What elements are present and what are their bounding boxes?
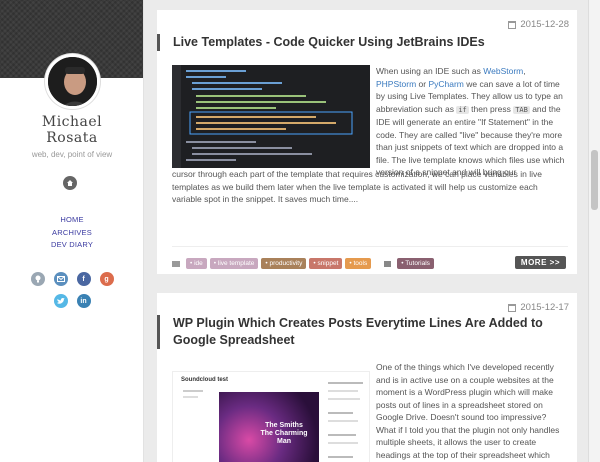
post-title-link[interactable]: WP Plugin Which Creates Posts Everytime … bbox=[157, 315, 557, 349]
divider bbox=[172, 246, 568, 247]
nav-archives-link[interactable]: ARCHIVES bbox=[0, 227, 144, 240]
post-date: 2015-12-17 bbox=[508, 302, 569, 313]
nav-home-link[interactable]: HOME bbox=[0, 214, 144, 227]
album-art: The Smiths The Charming Man bbox=[219, 392, 319, 462]
author-name: Michael Rosata bbox=[41, 114, 103, 146]
tag-ide[interactable]: • ide bbox=[186, 258, 207, 269]
webstorm-link[interactable]: WebStorm bbox=[483, 66, 523, 76]
post-excerpt-continued: cursor through each part of the template… bbox=[172, 169, 542, 204]
more-button[interactable]: MORE >> bbox=[514, 256, 566, 269]
post-excerpt: One of the things which I've developed r… bbox=[376, 362, 560, 460]
sidebar: Michael Rosata web, dev, point of view H… bbox=[0, 0, 144, 462]
code-chip: TAB bbox=[513, 105, 530, 114]
google-plus-icon[interactable]: g bbox=[99, 272, 114, 286]
tag-live-template[interactable]: • live template bbox=[209, 258, 259, 269]
post-thumbnail[interactable] bbox=[172, 65, 370, 168]
tag-tools[interactable]: • tools bbox=[345, 258, 372, 269]
tagline: web, dev, point of view bbox=[31, 150, 113, 159]
email-icon[interactable] bbox=[53, 272, 68, 286]
avatar bbox=[45, 54, 100, 109]
sidebar-nav: HOME ARCHIVES DEV DIARY bbox=[0, 214, 144, 252]
post-excerpt: When using an IDE such as WebStorm, PHPS… bbox=[376, 66, 565, 177]
facebook-icon[interactable]: f bbox=[76, 272, 91, 286]
nav-dev-diary-link[interactable]: DEV DIARY bbox=[0, 239, 144, 252]
pycharm-link[interactable]: PyCharm bbox=[428, 79, 463, 89]
twitter-icon[interactable] bbox=[53, 294, 68, 308]
post-title-link[interactable]: Live Templates - Code Quicker Using JetB… bbox=[157, 34, 557, 51]
post-thumbnail[interactable]: Soundcloud test The Smiths The Charming … bbox=[172, 371, 370, 462]
thumb-site-title: Soundcloud test bbox=[181, 377, 228, 383]
category-tutorials[interactable]: • Tutorials bbox=[397, 258, 434, 269]
scrollbar-thumb[interactable] bbox=[591, 150, 598, 210]
code-chip: if bbox=[456, 105, 469, 114]
tag-icon bbox=[172, 260, 180, 267]
home-icon[interactable] bbox=[63, 176, 77, 190]
tag-snippet[interactable]: • snippet bbox=[309, 258, 343, 269]
linkedin-icon[interactable]: in bbox=[76, 294, 91, 308]
lightbulb-icon[interactable] bbox=[30, 272, 45, 286]
post-list: 2015-12-28 Live Templates - Code Quicker… bbox=[157, 0, 577, 462]
folder-icon bbox=[384, 260, 392, 267]
post-card: 2015-12-17 WP Plugin Which Creates Posts… bbox=[157, 293, 577, 462]
post-card: 2015-12-28 Live Templates - Code Quicker… bbox=[157, 10, 577, 274]
calendar-icon bbox=[508, 20, 517, 29]
social-links: f g in bbox=[22, 272, 122, 316]
phpstorm-link[interactable]: PHPStorm bbox=[376, 79, 416, 89]
tag-productivity[interactable]: • productivity bbox=[261, 258, 307, 269]
tag-list: • ide • live template • productivity • s… bbox=[172, 258, 434, 269]
page-scrollbar[interactable] bbox=[588, 0, 600, 462]
post-date: 2015-12-28 bbox=[508, 19, 569, 30]
calendar-icon bbox=[508, 303, 517, 312]
